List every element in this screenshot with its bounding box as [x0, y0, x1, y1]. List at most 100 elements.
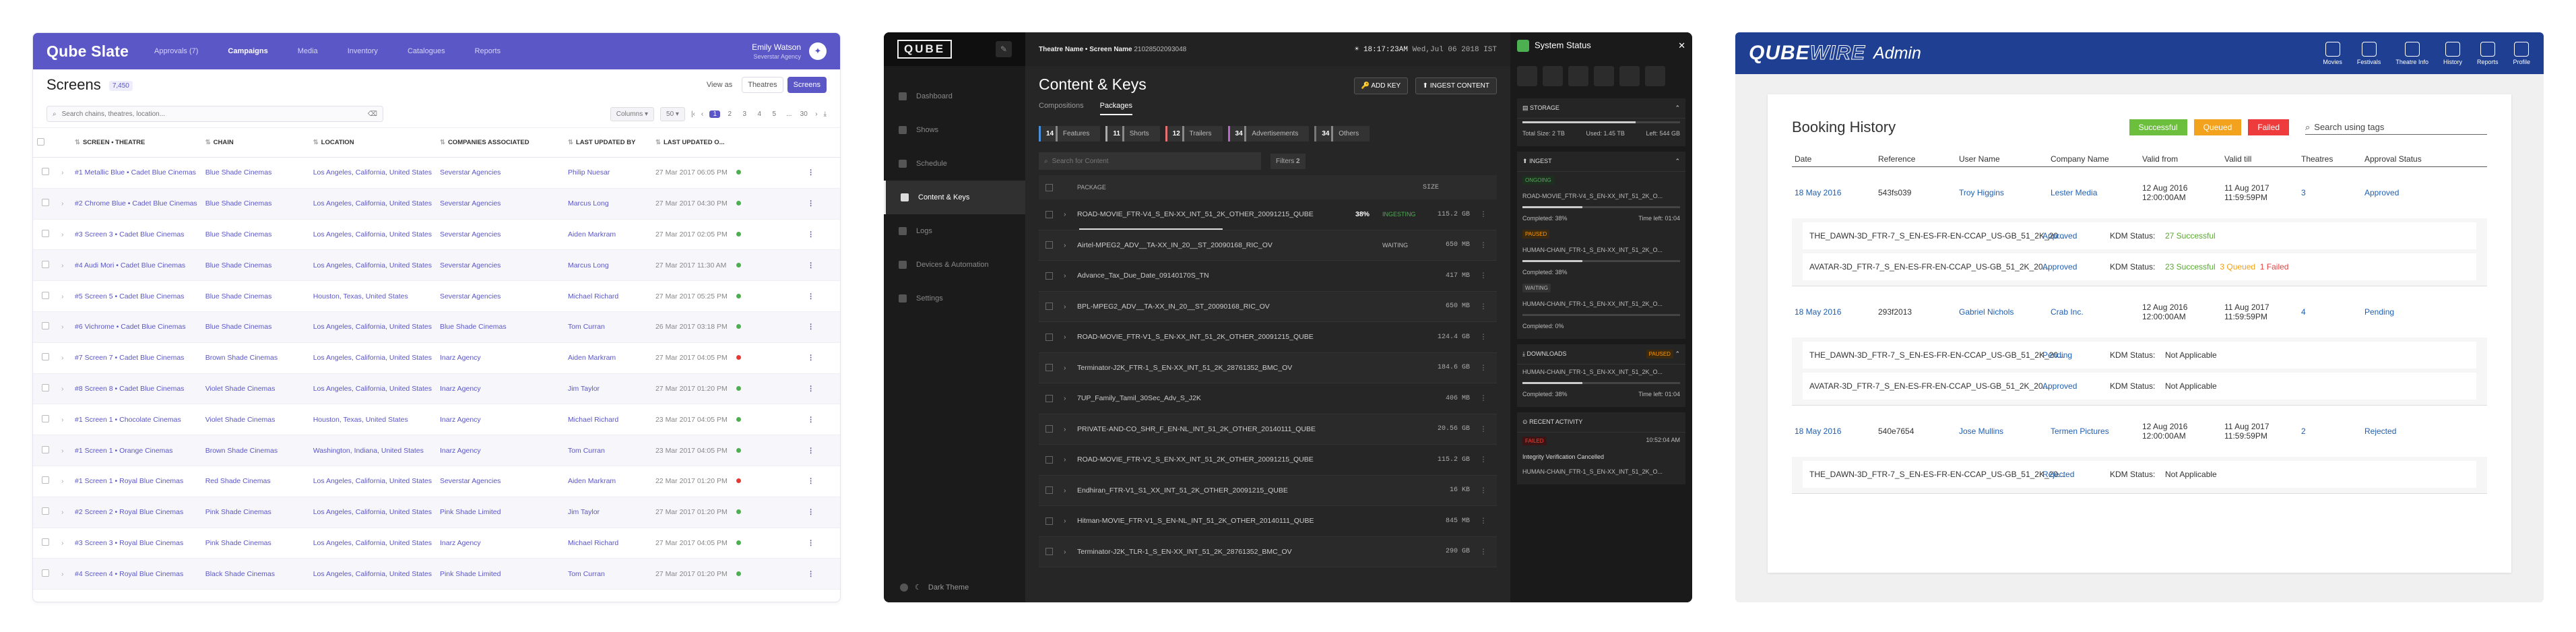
expand-icon[interactable]: › [57, 249, 71, 282]
sort-icon[interactable]: ⇅ [75, 139, 80, 146]
booking-date[interactable]: 18 May 2016 [1792, 426, 1878, 436]
table-row[interactable]: › #3 Screen 3 • Cadet Blue Cinemas Blue Sh… [33, 219, 840, 251]
failed-filter[interactable]: Failed [2248, 119, 2289, 135]
chain-cell[interactable]: Brown Shade Cinemas [201, 342, 309, 374]
row-checkbox[interactable] [41, 414, 49, 422]
more-icon[interactable]: ⋮ [781, 280, 840, 312]
ingest-content-button[interactable]: ⬆ INGEST CONTENT [1415, 77, 1497, 94]
nav-item-2[interactable]: Media [298, 47, 318, 55]
table-row[interactable]: › #6 Vichrome • Cadet Blue Cinemas Blue Sh… [33, 311, 840, 343]
company-cell[interactable]: Inarz Agency [435, 373, 564, 405]
chain-cell[interactable]: Red Shade Cinemas [201, 466, 309, 497]
company-cell[interactable]: Severstar Agencies [435, 157, 564, 189]
qube-logo[interactable]: QUBE [897, 40, 953, 59]
column-header[interactable]: ⇅ CHAIN [201, 127, 309, 158]
updated-by-cell[interactable]: Philip Nuesar [563, 157, 651, 189]
chain-cell[interactable]: Brown Shade Cinemas [201, 435, 309, 466]
successful-filter[interactable]: Successful [2129, 119, 2187, 135]
table-row[interactable]: › #1 Metallic Blue • Cadet Blue Cinemas Bl… [33, 157, 840, 189]
close-icon[interactable]: ✕ [1678, 40, 1685, 51]
nav-profile[interactable]: Profile [2513, 41, 2530, 65]
qubewire-logo[interactable]: QUBEWIRE [1749, 42, 1865, 65]
expand-icon[interactable]: › [57, 373, 71, 405]
booking-company[interactable]: Termen Pictures [2051, 426, 2142, 436]
more-icon[interactable]: ⋮ [1470, 272, 1497, 280]
booking-company[interactable]: Crab Inc. [2051, 307, 2142, 317]
more-icon[interactable]: ⋮ [1470, 364, 1497, 372]
company-cell[interactable]: Severstar Agencies [435, 188, 564, 220]
nav-item-3[interactable]: Inventory [348, 47, 378, 55]
package-row[interactable]: › Terminator-J2K_FTR-1_S_EN-XX_INT_51_2K_… [1039, 352, 1497, 383]
row-checkbox[interactable] [41, 476, 49, 484]
row-checkbox[interactable] [41, 538, 49, 546]
sidebar-item-2[interactable]: Schedule [884, 147, 1025, 181]
row-checkbox[interactable] [41, 569, 49, 577]
package-row[interactable]: › ROAD-MOVIE_FTR-V1_S_EN-XX_INT_51_2K_OTH… [1039, 322, 1497, 353]
theatre-count[interactable]: 3 [2301, 188, 2364, 197]
screen-cell[interactable]: #3 Screen 3 • Cadet Blue Cinemas [71, 219, 201, 251]
pin-icon[interactable]: ✎ [996, 41, 1012, 57]
sort-icon[interactable]: ⇅ [568, 139, 573, 146]
more-icon[interactable]: ⋮ [781, 528, 840, 559]
expand-icon[interactable]: › [57, 497, 71, 528]
updated-by-cell[interactable]: Aiden Markram [563, 342, 651, 374]
screen-cell[interactable]: #1 Screen 1 • Orange Cinemas [71, 435, 201, 466]
ingest-item[interactable]: ONGOING ROAD-MOVIE_FTR-V4_S_EN-XX_INT_51_… [1517, 172, 1685, 226]
row-checkbox[interactable] [41, 507, 49, 515]
nav-history[interactable]: History [2443, 41, 2462, 65]
sidebar-item-4[interactable]: Logs [884, 214, 1025, 248]
more-icon[interactable]: ⋮ [781, 249, 840, 282]
company-cell[interactable]: Blue Shade Cinemas [435, 311, 564, 343]
filters-button[interactable]: Filters 2 [1270, 153, 1306, 169]
expand-icon[interactable]: › [57, 528, 71, 559]
more-icon[interactable]: ⋮ [1470, 394, 1497, 402]
user-info[interactable]: Emily Watson Severstar Agency [752, 42, 801, 60]
chain-cell[interactable]: Blue Shade Cinemas [201, 249, 309, 282]
table-row[interactable]: › #3 Screen 3 • Royal Blue Cinemas Pink Sh… [33, 528, 840, 559]
expand-icon[interactable]: › [57, 188, 71, 220]
company-cell[interactable]: Pink Shade Limited [435, 497, 564, 528]
collapse-icon[interactable]: ⌃ [1675, 158, 1680, 165]
table-row[interactable]: › #4 Audi Mori • Cadet Blue Cinemas Blue S… [33, 249, 840, 282]
updated-by-cell[interactable]: Michael Richard [563, 404, 651, 436]
updated-by-cell[interactable]: Marcus Long [563, 188, 651, 220]
screen-cell[interactable]: #1 Screen 1 • Chocolate Cinemas [71, 404, 201, 436]
kdm-row[interactable]: AVATAR-3D_FTR-7_S_EN-ES-FR-EN-CCAP_US-GB… [1803, 253, 2476, 280]
select-all-checkbox[interactable] [37, 137, 44, 146]
tag-search[interactable]: ⌕ Search using tags [2305, 121, 2487, 135]
chain-cell[interactable]: Pink Shade Cinemas [201, 497, 309, 528]
expand-icon[interactable]: › [57, 466, 71, 497]
nav-item-5[interactable]: Reports [475, 47, 501, 55]
row-checkbox[interactable] [1045, 364, 1053, 372]
chain-cell[interactable]: Blue Shade Cinemas [201, 157, 309, 189]
expand-icon[interactable]: › [57, 558, 71, 590]
more-icon[interactable]: ⋮ [781, 497, 840, 528]
more-icon[interactable]: ⋮ [781, 311, 840, 343]
package-row[interactable]: › 7UP_Family_Tamil_30Sec_Adv_S_J2K 406 MB ⋮ [1039, 383, 1497, 414]
download-icon[interactable]: ⤓ [824, 110, 827, 118]
more-icon[interactable]: ⋮ [1470, 486, 1497, 495]
category-chip[interactable]: 12 Trailers [1165, 126, 1223, 141]
screen-cell[interactable]: #1 Metallic Blue • Cadet Blue Cinemas [71, 157, 201, 189]
page-number[interactable]: 3 [739, 110, 750, 118]
sidebar-item-1[interactable]: Shows [884, 113, 1025, 147]
more-icon[interactable]: ⋮ [781, 157, 840, 189]
more-icon[interactable]: ⋮ [781, 404, 840, 436]
screen-cell[interactable]: #1 Screen 1 • Royal Blue Cinemas [71, 466, 201, 497]
expand-icon[interactable]: › [1064, 241, 1077, 249]
sidebar-item-3[interactable]: Content & Keys [884, 181, 1025, 214]
kdm-row[interactable]: AVATAR-3D_FTR-7_S_EN-ES-FR-EN-CCAP_US-GB… [1803, 373, 2476, 400]
updated-by-cell[interactable]: Tom Curran [563, 311, 651, 343]
table-row[interactable]: › #1 Screen 1 • Chocolate Cinemas Violet S… [33, 404, 840, 436]
row-checkbox[interactable] [41, 229, 49, 237]
booking-company[interactable]: Lester Media [2051, 188, 2142, 197]
nav-item-0[interactable]: Approvals (7) [154, 47, 198, 55]
tab-1[interactable]: Packages [1099, 102, 1132, 115]
updated-by-cell[interactable]: Tom Curran [563, 435, 651, 466]
updated-by-cell[interactable]: Tom Curran [563, 558, 651, 590]
more-icon[interactable]: ⋮ [781, 558, 840, 590]
expand-icon[interactable]: › [1064, 394, 1077, 402]
expand-icon[interactable]: › [1064, 517, 1077, 525]
screen-cell[interactable]: #2 Chrome Blue • Cadet Blue Cinemas [71, 188, 201, 220]
updated-by-cell[interactable]: Jim Taylor [563, 497, 651, 528]
